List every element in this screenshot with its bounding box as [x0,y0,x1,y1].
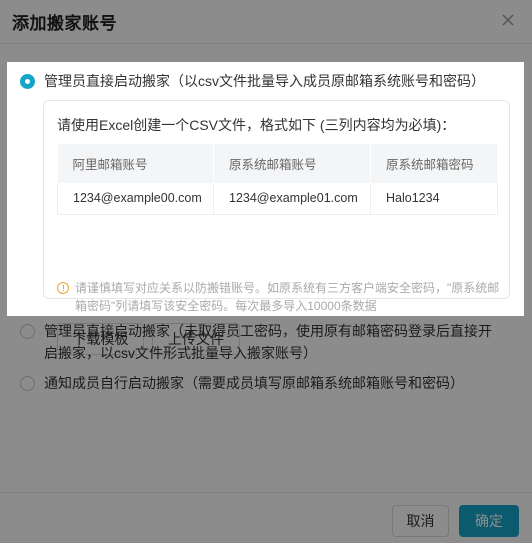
warning-circle-icon [57,282,69,294]
cancel-button[interactable]: 取消 [392,505,449,537]
table-header-cell: 原系统邮箱密码 [370,144,498,183]
csv-format-table: 阿里邮箱账号 原系统邮箱账号 原系统邮箱密码 1234@example00.co… [57,144,498,215]
option-notify-members[interactable]: 通知成员自行启动搬家（需要成员填写原邮箱系统邮箱账号和密码） [20,372,464,394]
option-label: 通知成员自行启动搬家（需要成员填写原邮箱系统邮箱账号和密码） [44,375,464,391]
add-migration-account-dialog: 添加搬家账号 管理员直接启动搬家（以csv文件批量导入成员原邮箱系统账号和密码）… [0,0,532,543]
option-label: 管理员直接启动搬家（未取得员工密码，使用原有邮箱密码登录后直接开启搬家，以csv… [44,323,492,361]
dialog-footer: 取消 确定 [0,492,532,543]
option-admin-original-password[interactable]: 管理员直接启动搬家（未取得员工密码，使用原有邮箱密码登录后直接开启搬家，以csv… [20,320,500,364]
dialog-body: 管理员直接启动搬家（以csv文件批量导入成员原邮箱系统账号和密码） 请使用Exc… [0,45,532,497]
radio-button[interactable] [20,376,35,391]
table-cell: 1234@example01.com [213,183,371,215]
table-header-cell: 阿里邮箱账号 [57,144,214,183]
close-icon[interactable] [498,10,518,30]
notice-text: 请谨慎填写对应关系以防搬错账号。如原系统有三方客户端安全密码，"原系统邮箱密码"… [75,281,500,313]
table-cell: Halo1234 [370,183,498,215]
option-label: 管理员直接启动搬家（以csv文件批量导入成员原邮箱系统账号和密码） [44,73,485,89]
confirm-button[interactable]: 确定 [459,505,519,537]
table-cell: 1234@example00.com [57,183,214,215]
radio-button[interactable] [20,324,35,339]
dialog-title: 添加搬家账号 [12,14,117,33]
table-header-cell: 原系统邮箱账号 [213,144,371,183]
table-header-row: 阿里邮箱账号 原系统邮箱账号 原系统邮箱密码 [57,144,498,183]
import-notice: 请谨慎填写对应关系以防搬错账号。如原系统有三方客户端安全密码，"原系统邮箱密码"… [57,279,502,315]
table-row: 1234@example00.com 1234@example01.com Ha… [57,183,498,215]
csv-instruction-text: 请使用Excel创建一个CSV文件，格式如下 (三列内容均为必填)： [57,117,456,133]
csv-instructions-card: 请使用Excel创建一个CSV文件，格式如下 (三列内容均为必填)： 阿里邮箱账… [43,100,510,355]
radio-button[interactable] [20,74,35,89]
dialog-header: 添加搬家账号 [0,0,532,44]
option-admin-csv-with-password[interactable]: 管理员直接启动搬家（以csv文件批量导入成员原邮箱系统账号和密码） [20,70,485,92]
